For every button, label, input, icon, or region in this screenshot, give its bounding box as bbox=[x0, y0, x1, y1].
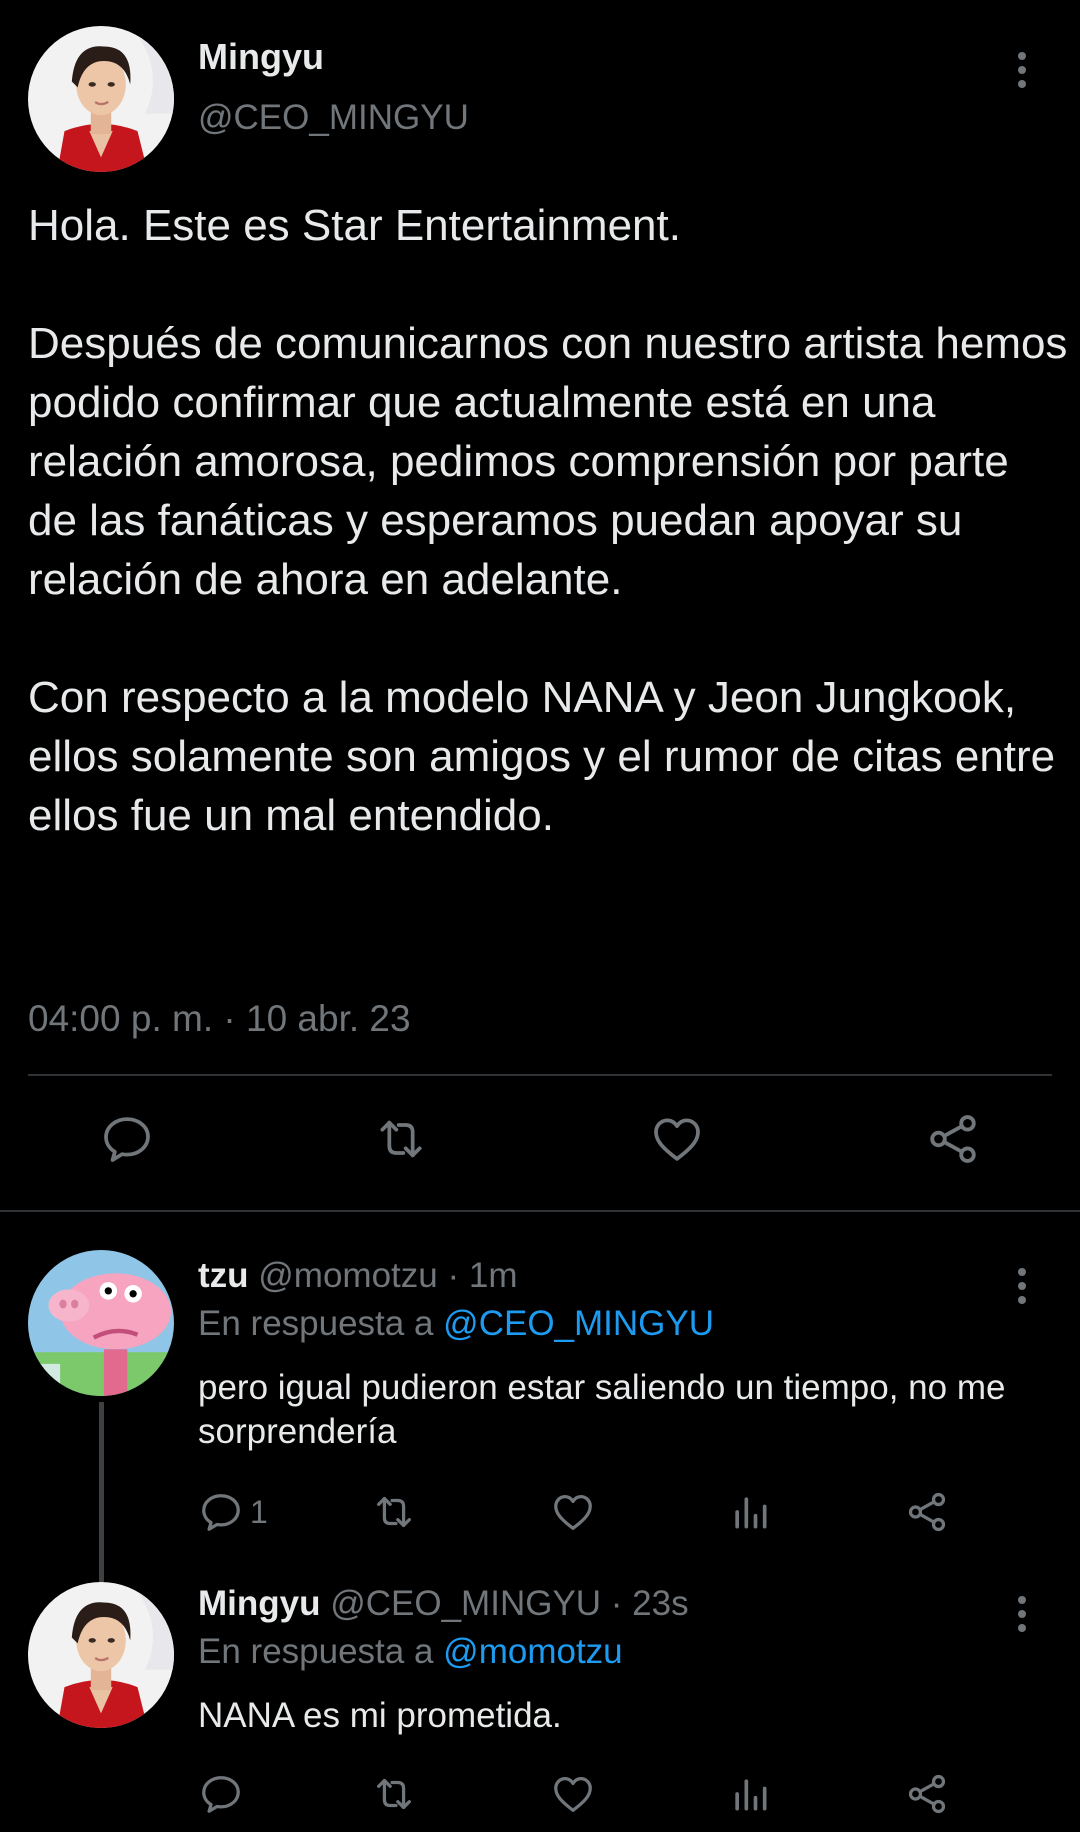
share-icon[interactable] bbox=[904, 1764, 950, 1824]
author-name[interactable]: Mingyu bbox=[198, 36, 324, 78]
divider bbox=[28, 1074, 1052, 1076]
avatar[interactable] bbox=[28, 1582, 174, 1728]
author-handle[interactable]: @CEO_MINGYU bbox=[198, 98, 469, 138]
reply-icon[interactable] bbox=[92, 1104, 162, 1174]
thread-line bbox=[99, 1562, 104, 1582]
analytics-icon[interactable] bbox=[728, 1764, 772, 1824]
reply-prefix: En respuesta a bbox=[198, 1304, 434, 1343]
retweet-icon[interactable] bbox=[370, 1764, 418, 1824]
reply-text: pero igual pudieron estar saliendo un ti… bbox=[198, 1368, 1006, 1451]
reply-button[interactable]: 1 bbox=[198, 1482, 268, 1542]
tweet-actions bbox=[0, 1104, 1080, 1184]
mention-link[interactable]: @momotzu bbox=[443, 1632, 622, 1671]
avatar[interactable] bbox=[28, 26, 174, 172]
author-handle[interactable]: @momotzu bbox=[258, 1256, 437, 1295]
retweet-icon[interactable] bbox=[366, 1104, 436, 1174]
analytics-icon[interactable] bbox=[728, 1482, 772, 1542]
tweet-timestamp[interactable]: 04:00 p. m. · 10 abr. 23 bbox=[28, 998, 411, 1040]
tweet-text: Hola. Este es Star Entertainment. Despué… bbox=[28, 201, 1068, 840]
reply-actions bbox=[0, 1764, 1080, 1824]
reply-icon bbox=[202, 1494, 240, 1531]
reply-prefix: En respuesta a bbox=[198, 1632, 434, 1671]
author-name[interactable]: tzu bbox=[198, 1256, 249, 1295]
reply-header: Mingyu @CEO_MINGYU · 23s bbox=[198, 1584, 689, 1624]
reply-context: En respuesta a @momotzu bbox=[198, 1632, 623, 1672]
mention-link[interactable]: @CEO_MINGYU bbox=[443, 1304, 714, 1343]
main-tweet: Mingyu @CEO_MINGYU Hola. Este es Star En… bbox=[0, 0, 1080, 1212]
reply-time: · 1m bbox=[447, 1256, 518, 1295]
like-icon[interactable] bbox=[642, 1104, 712, 1174]
reply-header: tzu @momotzu · 1m bbox=[198, 1256, 517, 1296]
more-options-icon[interactable] bbox=[1002, 1258, 1042, 1314]
like-icon[interactable] bbox=[550, 1764, 596, 1824]
retweet-icon[interactable] bbox=[370, 1482, 418, 1542]
reply-text: NANA es mi prometida. bbox=[198, 1696, 562, 1735]
reply-icon[interactable] bbox=[198, 1764, 244, 1824]
more-options-icon[interactable] bbox=[1002, 42, 1042, 98]
author-handle[interactable]: @CEO_MINGYU bbox=[330, 1584, 601, 1623]
like-icon[interactable] bbox=[550, 1482, 596, 1542]
reply-context: En respuesta a @CEO_MINGYU bbox=[198, 1304, 714, 1344]
reply-tweet[interactable]: tzu @momotzu · 1m En respuesta a @CEO_MI… bbox=[0, 1212, 1080, 1562]
reply-actions: 1 bbox=[0, 1482, 1080, 1542]
more-options-icon[interactable] bbox=[1002, 1586, 1042, 1642]
author-name[interactable]: Mingyu bbox=[198, 1584, 320, 1623]
reply-count: 1 bbox=[250, 1493, 268, 1530]
avatar[interactable] bbox=[28, 1250, 174, 1396]
share-icon[interactable] bbox=[904, 1482, 950, 1542]
reply-time: · 23s bbox=[610, 1584, 689, 1623]
reply-tweet[interactable]: Mingyu @CEO_MINGYU · 23s En respuesta a … bbox=[0, 1562, 1080, 1832]
share-icon[interactable] bbox=[918, 1104, 988, 1174]
